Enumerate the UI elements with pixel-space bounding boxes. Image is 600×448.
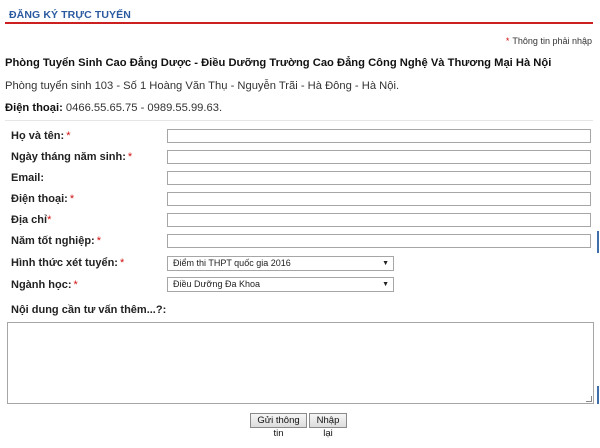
chevron-down-icon: ▼: [382, 260, 389, 267]
office-phone-label: Điện thoại:: [5, 102, 63, 114]
admission-method-label: Hình thức xét tuyển: *: [11, 257, 124, 269]
required-star: *: [73, 279, 78, 291]
required-star: *: [66, 130, 71, 142]
birthdate-input[interactable]: [167, 150, 591, 164]
phone-input[interactable]: [167, 192, 591, 206]
birthdate-label: Ngày tháng năm sinh: *: [11, 151, 132, 163]
email-input[interactable]: [167, 171, 591, 185]
reset-button[interactable]: Nhập lại: [309, 413, 347, 439]
divider: [5, 120, 593, 121]
required-note-text: Thông tin phải nhập: [512, 36, 592, 46]
major-selected: Điều Dưỡng Đa Khoa: [173, 279, 260, 289]
section-header: ĐĂNG KÝ TRỰC TUYẾN: [5, 4, 593, 24]
required-star: *: [96, 235, 101, 247]
address-input[interactable]: [167, 213, 591, 227]
required-star: *: [127, 151, 133, 163]
chevron-down-icon: ▼: [382, 281, 389, 288]
office-phone-value: 0466.55.65.75 - 0989.55.99.63.: [62, 102, 223, 114]
message-textarea[interactable]: [7, 322, 594, 404]
address-label-text: Địa chỉ: [11, 214, 48, 226]
phone-label-text: Điện thoại:: [11, 193, 68, 205]
grad-year-input[interactable]: [167, 234, 591, 248]
message-label: Nội dung cần tư vấn thêm...?:: [11, 304, 167, 316]
birthdate-label-text: Ngày tháng năm sinh:: [11, 151, 126, 163]
required-star: *: [505, 36, 510, 46]
required-star: *: [47, 214, 52, 226]
submit-button[interactable]: Gửi thông tin: [250, 413, 307, 439]
office-address: Phòng tuyển sinh 103 - Số 1 Hoàng Văn Th…: [5, 80, 400, 92]
major-label-text: Ngành học:: [11, 279, 72, 291]
grad-year-label-text: Năm tốt nghiệp:: [11, 235, 95, 247]
address-label: Địa chỉ*: [11, 214, 51, 226]
fullname-label-text: Họ và tên:: [11, 130, 65, 142]
admission-method-selected: Điểm thi THPT quốc gia 2016: [173, 258, 291, 268]
required-note: * Thông tin phải nhập: [506, 36, 592, 46]
required-star: *: [119, 257, 125, 269]
fullname-label: Họ và tên: *: [11, 130, 70, 142]
grad-year-label: Năm tốt nghiệp: *: [11, 235, 101, 247]
email-label-text: Email:: [11, 172, 45, 184]
admission-method-label-text: Hình thức xét tuyển:: [11, 257, 118, 269]
office-name: Phòng Tuyển Sinh Cao Đẳng Dược - Điều Dư…: [5, 57, 552, 69]
section-title: ĐĂNG KÝ TRỰC TUYẾN: [9, 9, 131, 21]
scrollbar-edge: [597, 231, 599, 253]
major-select[interactable]: Điều Dưỡng Đa Khoa ▼: [167, 277, 394, 292]
fullname-input[interactable]: [167, 129, 591, 143]
office-phone: Điện thoại: 0466.55.65.75 - 0989.55.99.6…: [5, 102, 222, 114]
phone-label: Điện thoại: *: [11, 193, 74, 205]
email-label: Email:: [11, 172, 44, 184]
major-label: Ngành học: *: [11, 279, 78, 291]
required-star: *: [69, 193, 75, 205]
resize-grip-icon[interactable]: [586, 396, 592, 402]
admission-method-select[interactable]: Điểm thi THPT quốc gia 2016 ▼: [167, 256, 394, 271]
scrollbar-edge: [597, 386, 599, 404]
